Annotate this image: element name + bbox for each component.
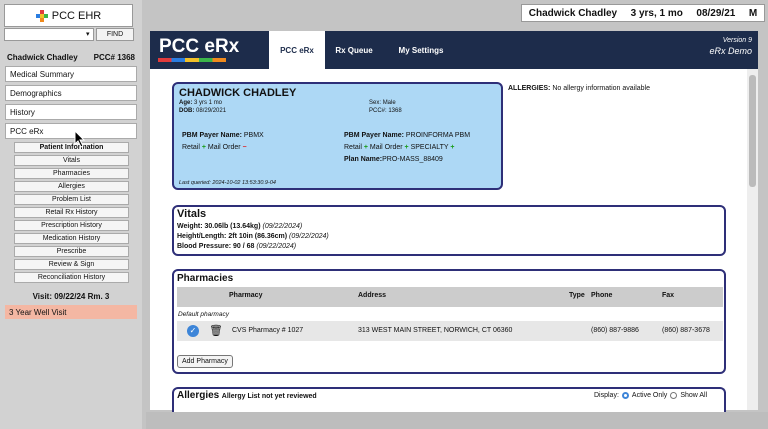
submenu-problem-list[interactable]: Problem List	[14, 194, 129, 205]
vital-weight: Weight: 30.06lb (13.64kg) (09/22/2024)	[177, 223, 303, 230]
submenu-reconciliation-history[interactable]: Reconciliation History	[14, 272, 129, 283]
patient-name: Chadwick Chadley	[7, 53, 78, 62]
chevron-down-icon[interactable]: ▾	[86, 30, 90, 38]
pharmacies-title: Pharmacies	[177, 273, 234, 284]
vital-height: Height/Length: 2ft 10in (86.36cm) (09/22…	[177, 233, 329, 240]
trash-icon[interactable]: 🗑	[209, 324, 223, 337]
erx-logo: PCC eRx	[159, 36, 240, 57]
pharmacy-phone: (860) 887-9886	[591, 327, 639, 334]
plus-icon: +	[363, 144, 368, 151]
submenu-vitals[interactable]: Vitals	[14, 155, 129, 166]
submenu-prescription-history[interactable]: Prescription History	[14, 220, 129, 231]
radio-show-all[interactable]	[670, 392, 678, 399]
menu-medical-summary[interactable]: Medical Summary	[5, 66, 137, 82]
submenu-medication-history[interactable]: Medication History	[14, 233, 129, 244]
banner-age: 3 yrs, 1 mo	[630, 7, 683, 19]
plus-icon: +	[450, 144, 455, 151]
col-pharmacy: Pharmacy	[229, 292, 263, 299]
allergies-section: Allergies Allergy List not yet reviewed …	[172, 387, 726, 415]
vitals-section: Vitals Weight: 30.06lb (13.64kg) (09/22/…	[172, 205, 726, 256]
card-sex: Sex: Male	[369, 100, 396, 106]
patient-banner: Chadwick Chadley 3 yrs, 1 mo 08/29/21 M	[521, 4, 765, 22]
pcc-cross-icon	[35, 9, 48, 22]
pbm-payer-1: PBM Payer Name: PBMX	[182, 132, 264, 139]
erx-panel: PCC eRx PCC eRx Rx Queue My Settings Ver…	[150, 31, 758, 415]
visit-type-button[interactable]: 3 Year Well Visit	[5, 305, 137, 319]
submenu-pharmacies[interactable]: Pharmacies	[14, 168, 129, 179]
pharmacies-section: Pharmacies Pharmacy Address Type Phone F…	[172, 269, 726, 374]
display-label: Display:	[594, 392, 619, 399]
pbm-1-coverage: Retail + Mail Order −	[182, 144, 247, 151]
allergies-note: ALLERGIES: No allergy information availa…	[508, 85, 651, 92]
logo-color-bar	[158, 58, 226, 62]
allergies-display-filter: Display: Active Only Show All	[594, 392, 707, 399]
submenu-allergies[interactable]: Allergies	[14, 181, 129, 192]
checkmark-icon[interactable]: ✓	[187, 325, 199, 337]
submenu-patient-information[interactable]: Patient Information	[14, 142, 129, 153]
erx-topbar: PCC eRx PCC eRx Rx Queue My Settings Ver…	[150, 31, 758, 69]
minus-icon: −	[242, 144, 247, 151]
table-row: ✓ 🗑 CVS Pharmacy # 1027 313 WEST MAIN ST…	[177, 321, 723, 341]
radio-active-only-label: Active Only	[631, 392, 668, 399]
radio-active-only[interactable]	[621, 392, 629, 399]
patient-search-row: ▾ FIND	[4, 28, 134, 41]
banner-sex: M	[748, 7, 758, 19]
visit-info: Visit: 09/22/24 Rm. 3	[32, 292, 110, 301]
plan-name: Plan Name:PRO-MASS_88409	[344, 156, 443, 163]
version-number: Version 9	[722, 37, 752, 44]
col-address: Address	[358, 292, 387, 299]
card-patient-name: CHADWICK CHADLEY	[179, 87, 297, 99]
default-pharmacy-label: Default pharmacy	[178, 311, 229, 318]
plus-icon: +	[201, 144, 206, 151]
patient-header: Chadwick Chadley PCC# 1368	[4, 51, 138, 64]
version-info: Version 9 eRx Demo	[709, 36, 752, 56]
card-dob: DOB: 08/29/2021	[179, 108, 227, 114]
vital-blood-pressure: Blood Pressure: 90 / 68 (09/22/2024)	[177, 243, 297, 250]
submenu-review-sign[interactable]: Review & Sign	[14, 259, 129, 270]
submenu-prescribe[interactable]: Prescribe	[14, 246, 129, 257]
col-type: Type	[569, 292, 585, 299]
submenu-retail-rx-history[interactable]: Retail Rx History	[14, 207, 129, 218]
left-panel: PCC EHR ▾ FIND Chadwick Chadley PCC# 136…	[0, 0, 142, 429]
pharmacy-table-header: Pharmacy Address Type Phone Fax	[177, 287, 723, 307]
vertical-scrollbar[interactable]	[747, 69, 758, 410]
last-queried: Last queried: 2024-10-02 13:53:30.9-04	[179, 180, 276, 186]
pbm-2-coverage: Retail + Mail Order + SPECIALTY +	[344, 144, 455, 151]
erx-demo-label: eRx Demo	[709, 46, 752, 56]
col-phone: Phone	[591, 292, 613, 299]
find-button[interactable]: FIND	[96, 28, 134, 41]
card-pcc: PCC#: 1368	[369, 108, 402, 114]
scrollbar-thumb[interactable]	[749, 75, 756, 187]
tab-my-settings[interactable]: My Settings	[386, 31, 456, 69]
menu-demographics[interactable]: Demographics	[5, 85, 137, 101]
vitals-title: Vitals	[177, 208, 207, 220]
banner-dob: 08/29/21	[696, 7, 736, 19]
mouse-cursor-icon	[74, 130, 86, 148]
col-fax: Fax	[662, 292, 675, 299]
pcc-ehr-logo[interactable]: PCC EHR	[4, 4, 133, 27]
pharmacy-fax: (860) 887-3678	[662, 327, 710, 334]
radio-show-all-label: Show All	[680, 392, 708, 399]
app-title: PCC EHR	[51, 9, 102, 22]
allergies-header: Allergies Allergy List not yet reviewed	[177, 390, 317, 401]
allergies-title: Allergies	[177, 390, 220, 401]
patient-pcc-number: PCC# 1368	[93, 53, 135, 62]
pbm-payer-2: PBM Payer Name: PROINFORMA PBM	[344, 132, 471, 139]
tab-pcc-erx[interactable]: PCC eRx	[269, 31, 325, 69]
card-age: Age: 3 yrs 1 mo	[179, 100, 223, 106]
plus-icon: +	[404, 144, 409, 151]
patient-search-input[interactable]	[4, 28, 94, 41]
banner-patient-name: Chadwick Chadley	[528, 7, 618, 19]
bottom-bar	[146, 412, 768, 429]
allergies-subtitle: Allergy List not yet reviewed	[221, 393, 317, 400]
pharmacy-name: CVS Pharmacy # 1027	[232, 327, 304, 334]
add-pharmacy-button[interactable]: Add Pharmacy	[177, 355, 233, 368]
menu-history[interactable]: History	[5, 104, 137, 120]
pharmacy-address: 313 WEST MAIN STREET, NORWICH, CT 06360	[358, 327, 513, 334]
patient-card: CHADWICK CHADLEY Age: 3 yrs 1 mo DOB: 08…	[172, 82, 503, 190]
menu-pcc-erx[interactable]: PCC eRx	[5, 123, 137, 139]
tab-rx-queue[interactable]: Rx Queue	[326, 31, 382, 69]
